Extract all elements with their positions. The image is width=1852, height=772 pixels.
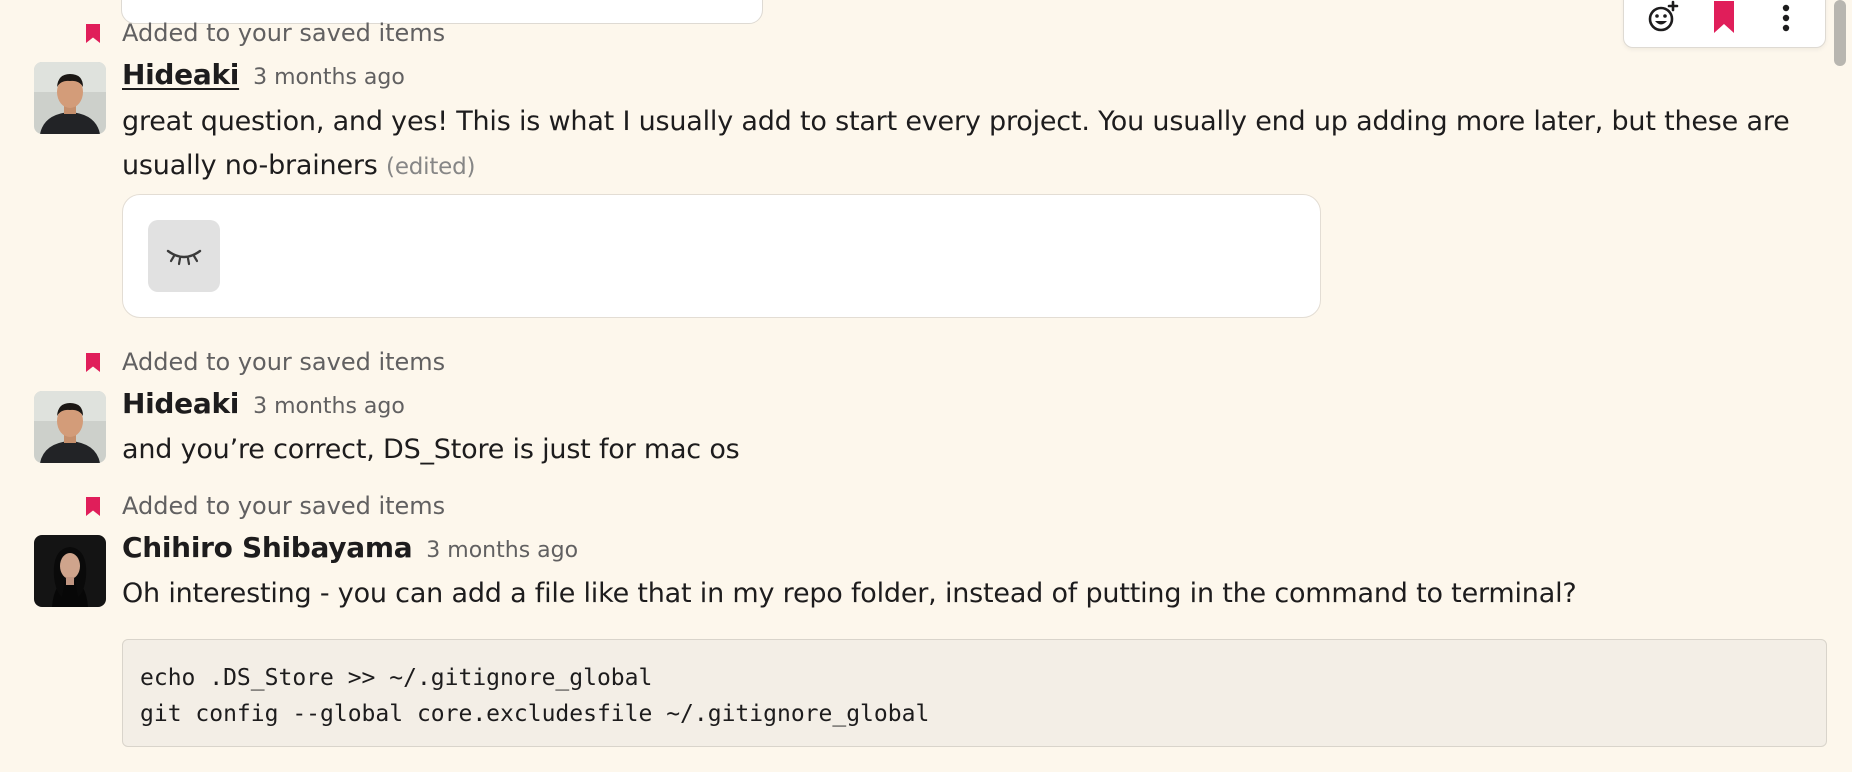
message-text: Oh interesting - you can add a file like…	[122, 578, 1577, 609]
message-header: Chihiro Shibayama 3 months ago	[122, 531, 578, 564]
avatar[interactable]	[34, 391, 106, 463]
save-for-later-button[interactable]	[1700, 0, 1748, 37]
avatar-photo	[34, 391, 106, 463]
attachment-thumbnail	[148, 220, 220, 292]
timestamp[interactable]: 3 months ago	[253, 65, 405, 90]
message-actions-toolbar	[1623, 0, 1826, 48]
author-name[interactable]: Hideaki	[122, 387, 239, 420]
code-line: echo .DS_Store >> ~/.gitignore_global	[140, 665, 653, 691]
more-actions-icon	[1782, 4, 1790, 32]
bookmark-icon	[1714, 1, 1735, 33]
message-header: Hideaki 3 months ago	[122, 58, 405, 91]
author-name[interactable]: Chihiro Shibayama	[122, 531, 413, 564]
message-text: great question, and yes! This is what I …	[122, 100, 1812, 189]
bookmark-icon	[86, 497, 100, 516]
scrollbar-thumb[interactable]	[1834, 0, 1846, 66]
message-header: Hideaki 3 months ago	[122, 387, 405, 420]
message-content: great question, and yes! This is what I …	[122, 106, 1790, 181]
edited-label: (edited)	[386, 154, 476, 180]
timestamp[interactable]: 3 months ago	[253, 394, 405, 419]
message-text: and you’re correct, DS_Store is just for…	[122, 434, 740, 465]
avatar-photo	[34, 62, 106, 134]
saved-label: Added to your saved items	[122, 19, 446, 47]
add-reaction-button[interactable]	[1639, 0, 1687, 37]
bookmark-icon	[86, 353, 100, 372]
author-name[interactable]: Hideaki	[122, 58, 239, 91]
more-actions-button[interactable]	[1762, 0, 1810, 37]
add-reaction-icon	[1648, 0, 1679, 32]
hidden-eye-icon	[166, 249, 202, 266]
avatar[interactable]	[34, 62, 106, 134]
attachment-card[interactable]	[122, 194, 1321, 318]
bookmark-icon	[86, 24, 100, 43]
saved-label: Added to your saved items	[122, 348, 446, 376]
timestamp[interactable]: 3 months ago	[426, 538, 578, 563]
saved-label: Added to your saved items	[122, 492, 446, 520]
avatar[interactable]	[34, 535, 106, 607]
code-line: git config --global core.excludesfile ~/…	[140, 701, 930, 727]
avatar-photo	[34, 535, 106, 607]
code-block[interactable]: echo .DS_Store >> ~/.gitignore_global gi…	[122, 639, 1827, 747]
